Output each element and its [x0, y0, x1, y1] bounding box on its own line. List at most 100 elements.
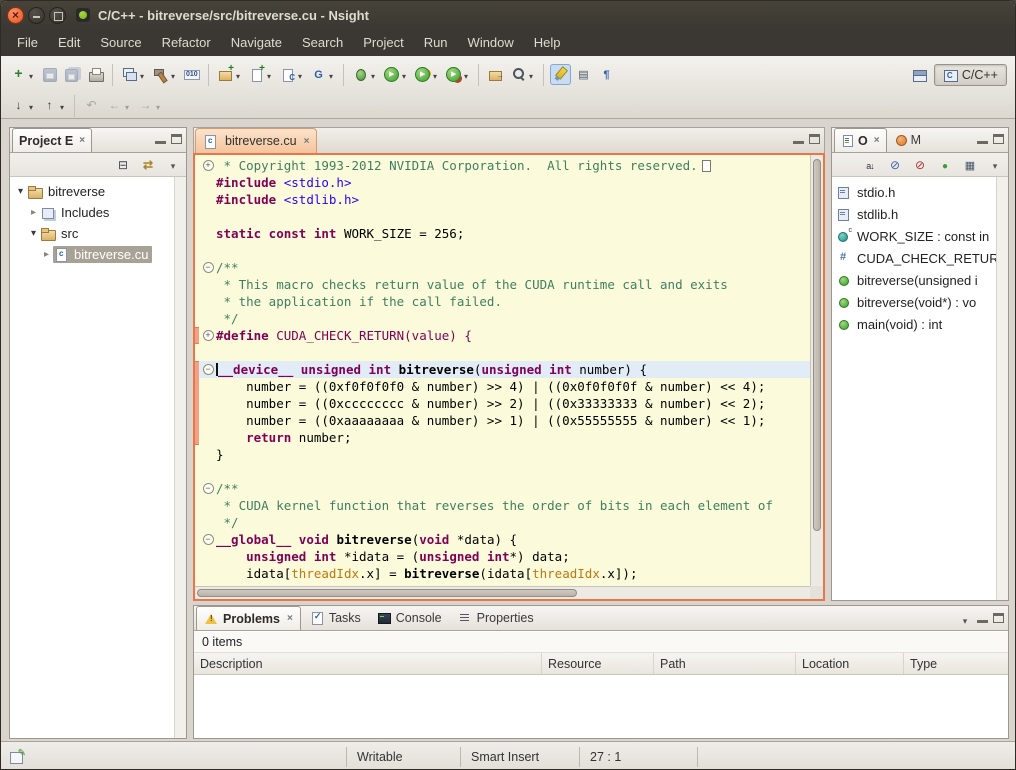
minimize-view-icon[interactable] — [793, 134, 804, 144]
code-line[interactable]: * This macro checks return value of the … — [195, 276, 810, 293]
code-line[interactable] — [195, 242, 810, 259]
new-wizard-button[interactable] — [8, 64, 37, 86]
dropdown-arrow-icon[interactable] — [27, 66, 35, 84]
dropdown-arrow-icon[interactable] — [327, 66, 335, 84]
open-resource-button[interactable] — [485, 64, 506, 85]
next-annotation-button[interactable] — [8, 95, 37, 117]
menu-project[interactable]: Project — [353, 31, 413, 54]
code-line[interactable]: return number; — [195, 429, 810, 446]
show-selected-element-button[interactable] — [573, 64, 594, 85]
last-edit-location-button[interactable] — [81, 95, 102, 116]
expand-arrow-icon[interactable]: ▸ — [27, 207, 40, 218]
code-line[interactable]: −__global__ void bitreverse(void *data) … — [195, 531, 810, 548]
code-line[interactable]: number = ((0xaaaaaaaa & number) >> 1) | … — [195, 412, 810, 429]
tab-outline[interactable]: O — [834, 128, 887, 152]
dropdown-arrow-icon[interactable] — [431, 66, 439, 84]
outline-item-work-size-const-in[interactable]: WORK_SIZE : const in — [832, 225, 996, 247]
tab-project-explorer[interactable]: Project E — [12, 128, 92, 152]
menu-navigate[interactable]: Navigate — [221, 31, 292, 54]
code-line[interactable]: #include <stdlib.h> — [195, 191, 810, 208]
menu-source[interactable]: Source — [90, 31, 151, 54]
build-button[interactable] — [150, 64, 179, 86]
outline-item-cuda-check-retur[interactable]: CUDA_CHECK_RETUR — [832, 247, 996, 269]
save-button[interactable] — [39, 64, 60, 85]
code-line[interactable]: −/** — [195, 480, 810, 497]
collapse-fold-icon[interactable]: − — [203, 262, 214, 273]
tab-console[interactable]: Console — [370, 606, 449, 630]
outline-vertical-scrollbar[interactable] — [996, 177, 1008, 600]
editor-horizontal-scrollbar[interactable] — [195, 586, 810, 599]
new-kernel-button[interactable] — [308, 64, 337, 86]
code-line[interactable]: number = ((0xcccccccc & number) >> 2) | … — [195, 395, 810, 412]
code-line[interactable]: static const int WORK_SIZE = 256; — [195, 225, 810, 242]
dropdown-arrow-icon[interactable] — [58, 97, 66, 115]
code-line[interactable]: #include <stdio.h> — [195, 174, 810, 191]
close-icon[interactable] — [874, 135, 880, 146]
code-line[interactable]: −__device__ unsigned int bitreverse(unsi… — [195, 361, 810, 378]
tree-item-bitreverse[interactable]: ▾bitreverse — [10, 181, 186, 202]
maximize-view-icon[interactable] — [171, 134, 182, 144]
outline-item-stdlib-h[interactable]: stdlib.h — [832, 203, 996, 225]
dropdown-arrow-icon[interactable] — [169, 66, 177, 84]
collapse-arrow-icon[interactable]: ▾ — [27, 228, 40, 239]
scrollbar-thumb[interactable] — [813, 159, 821, 531]
new-source-folder-button[interactable] — [215, 64, 244, 86]
code-line[interactable]: + * Copyright 1993-2012 NVIDIA Corporati… — [195, 157, 810, 174]
tree-item-includes[interactable]: ▸Includes — [10, 202, 186, 223]
dropdown-arrow-icon[interactable] — [138, 66, 146, 84]
search-button[interactable] — [508, 64, 537, 86]
code-line[interactable]: unsigned int *idata = (unsigned int*) da… — [195, 548, 810, 565]
expand-fold-icon[interactable]: + — [203, 160, 214, 171]
sort-button[interactable] — [861, 156, 879, 174]
dropdown-arrow-icon[interactable] — [234, 66, 242, 84]
column-header-type[interactable]: Type — [904, 653, 1008, 674]
code-line[interactable]: −/** — [195, 259, 810, 276]
maximize-view-icon[interactable] — [809, 134, 820, 144]
previous-annotation-button[interactable] — [39, 95, 68, 117]
hide-non-public-members-button[interactable] — [936, 156, 954, 174]
dropdown-arrow-icon[interactable] — [154, 97, 162, 115]
external-tools-button[interactable] — [443, 64, 472, 86]
view-menu-icon[interactable] — [958, 613, 972, 627]
code-line[interactable] — [195, 208, 810, 225]
print-button[interactable] — [85, 64, 106, 85]
expand-arrow-icon[interactable]: ▸ — [40, 249, 53, 260]
link-with-editor-button[interactable] — [139, 156, 157, 174]
title-bar[interactable]: C/C++ - bitreverse/src/bitreverse.cu - N… — [1, 1, 1015, 29]
menu-search[interactable]: Search — [292, 31, 353, 54]
minimize-view-icon[interactable] — [155, 134, 166, 144]
show-whitespace-button[interactable] — [596, 64, 617, 85]
collapsed-region-icon[interactable] — [702, 160, 711, 172]
view-menu-button[interactable] — [986, 156, 1004, 174]
outline-item-bitreverse-unsigned-i[interactable]: bitreverse(unsigned i — [832, 269, 996, 291]
dropdown-arrow-icon[interactable] — [462, 66, 470, 84]
explorer-vertical-scrollbar[interactable] — [174, 177, 186, 738]
menu-file[interactable]: File — [7, 31, 48, 54]
code-line[interactable]: idata[threadIdx.x] = bitreverse(idata[th… — [195, 565, 810, 582]
restore-trim-icon[interactable] — [10, 750, 26, 764]
menu-help[interactable]: Help — [524, 31, 571, 54]
collapse-fold-icon[interactable]: − — [203, 483, 214, 494]
tab-problems[interactable]: Problems — [196, 606, 301, 630]
dropdown-arrow-icon[interactable] — [296, 66, 304, 84]
minimize-view-icon[interactable] — [977, 134, 988, 144]
code-line[interactable]: * CUDA kernel function that reverses the… — [195, 497, 810, 514]
code-line[interactable]: */ — [195, 514, 810, 531]
manage-configurations-button[interactable] — [119, 64, 148, 86]
minimize-view-icon[interactable] — [977, 613, 988, 623]
maximize-view-icon[interactable] — [993, 134, 1004, 144]
window-close-icon[interactable] — [7, 7, 24, 24]
code-line[interactable]: } — [195, 446, 810, 463]
tab-make-targets[interactable]: M — [889, 128, 927, 152]
filter-button[interactable] — [961, 156, 979, 174]
column-header-location[interactable]: Location — [796, 653, 904, 674]
make-targets-button[interactable] — [181, 64, 202, 85]
column-header-path[interactable]: Path — [654, 653, 796, 674]
code-line[interactable] — [195, 344, 810, 361]
dropdown-arrow-icon[interactable] — [400, 66, 408, 84]
forward-button[interactable] — [135, 95, 164, 117]
menu-run[interactable]: Run — [414, 31, 458, 54]
collapse-fold-icon[interactable]: − — [203, 534, 214, 545]
perspective-cpp-button[interactable]: C/C++ — [934, 64, 1007, 86]
dropdown-arrow-icon[interactable] — [369, 66, 377, 84]
